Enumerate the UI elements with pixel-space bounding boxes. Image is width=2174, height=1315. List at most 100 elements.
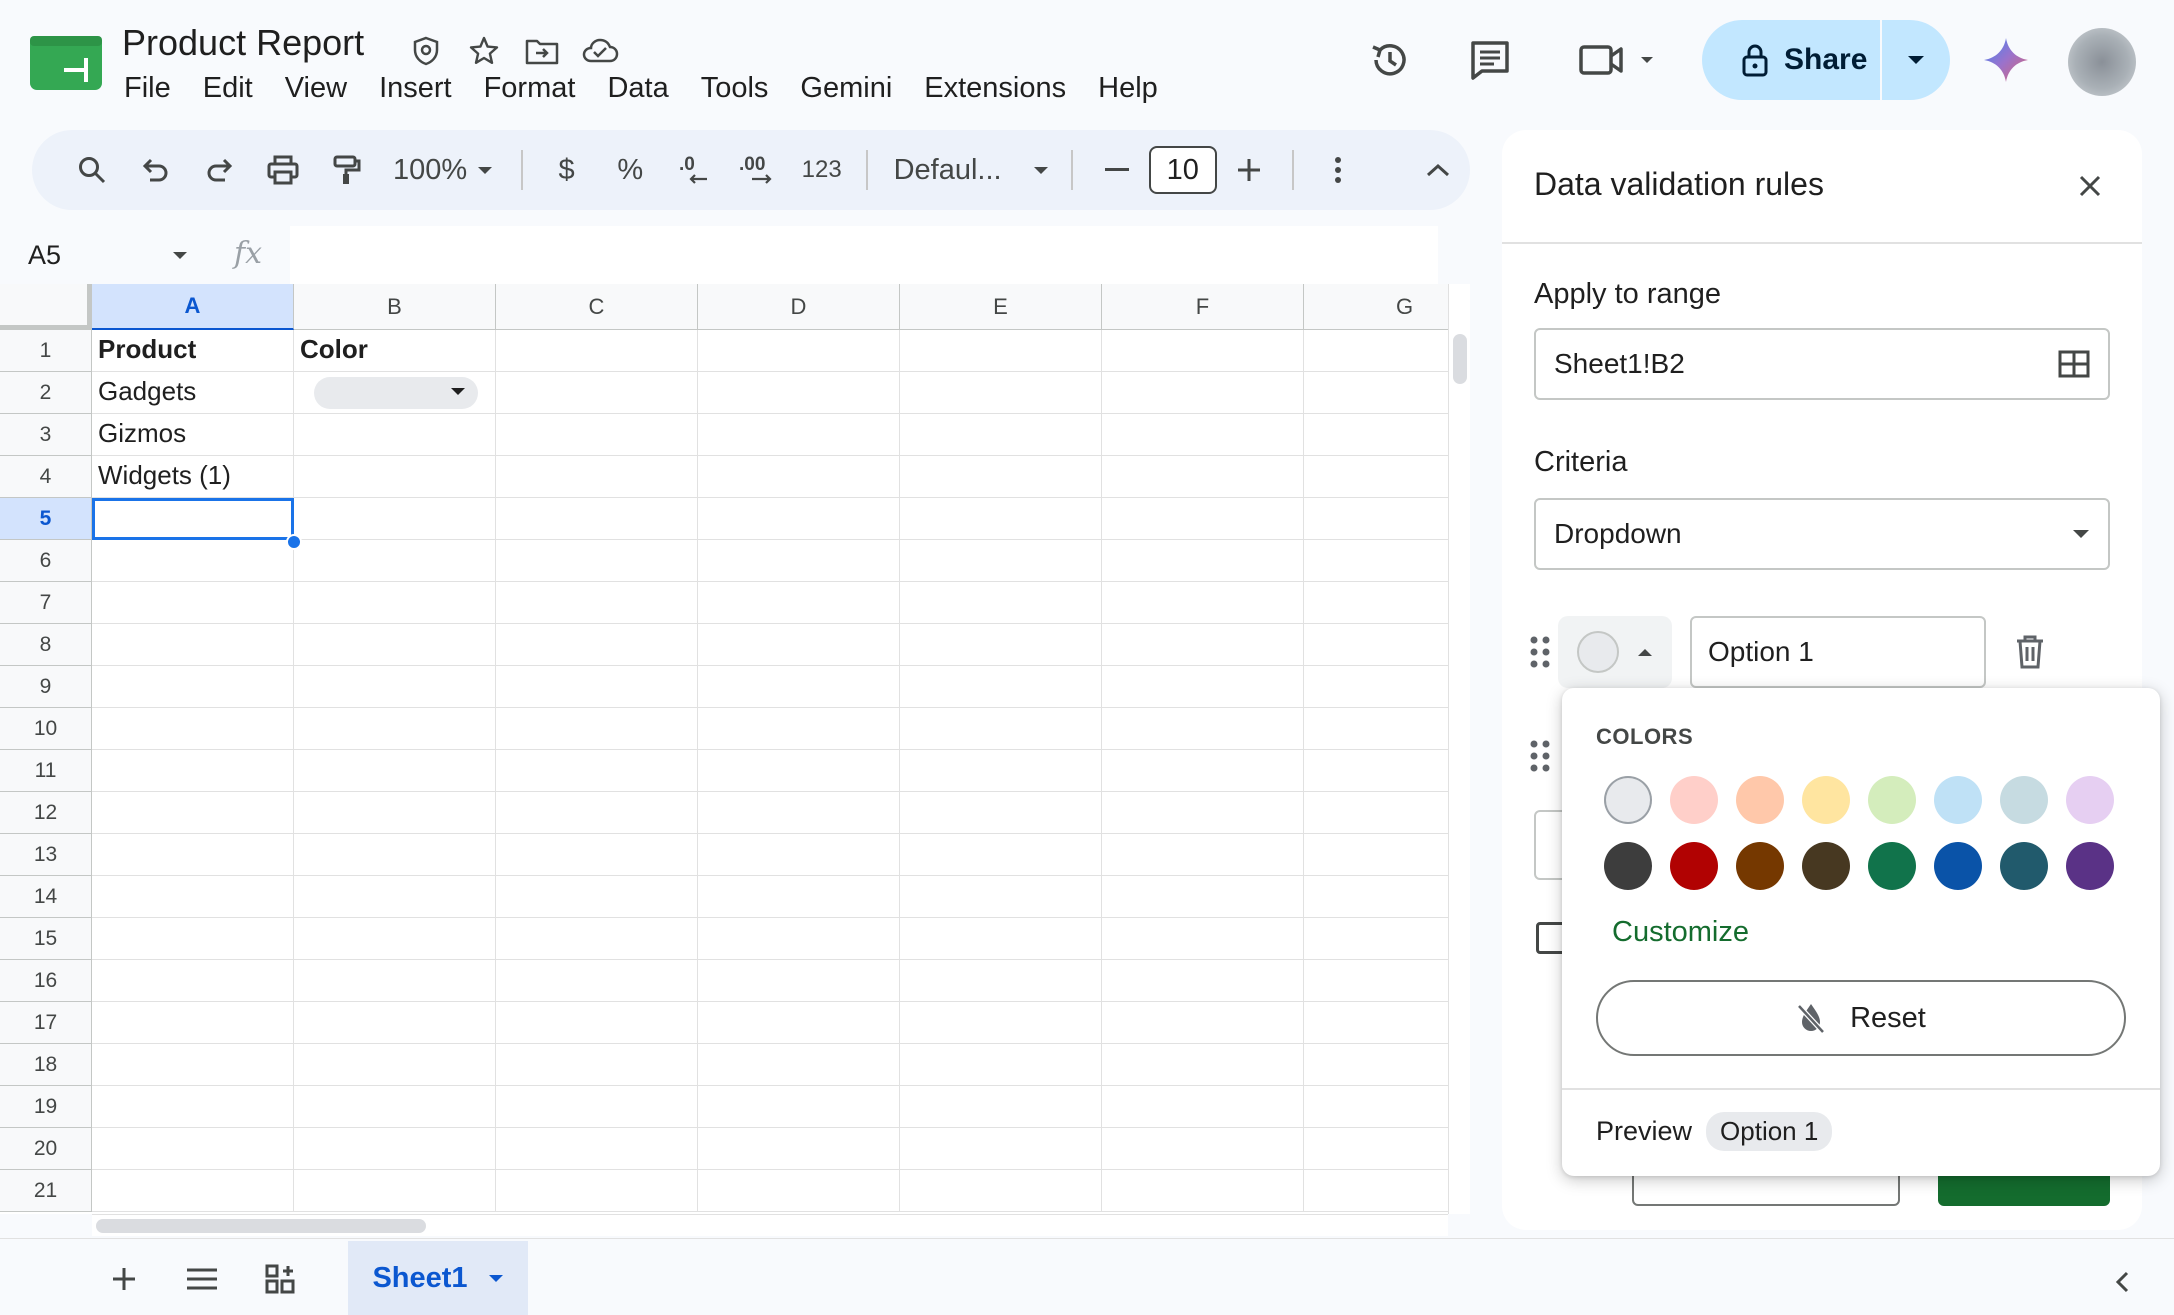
cell-g12[interactable] [1304,792,1450,834]
horizontal-scrollbar[interactable] [92,1214,1448,1236]
cloud-saved-icon[interactable] [579,30,621,72]
color-swatch-light-2[interactable] [1670,776,1718,824]
cell-a6[interactable] [92,540,294,582]
cell-b14[interactable] [294,876,496,918]
row-header-1[interactable]: 1 [0,330,92,372]
share-options-chevron-icon[interactable] [1882,55,1950,65]
print-icon[interactable] [251,142,315,198]
cell-f14[interactable] [1102,876,1304,918]
row-header-6[interactable]: 6 [0,540,92,582]
cell-a2[interactable]: Gadgets [92,372,294,414]
cell-d12[interactable] [698,792,900,834]
cell-e7[interactable] [900,582,1102,624]
cell-f9[interactable] [1102,666,1304,708]
cell-c13[interactable] [496,834,698,876]
cell-g18[interactable] [1304,1044,1450,1086]
column-header-e[interactable]: E [900,284,1102,330]
color-swatch-light-8[interactable] [2066,776,2114,824]
menu-view[interactable]: View [269,70,363,107]
cell-e1[interactable] [900,330,1102,372]
cell-c19[interactable] [496,1086,698,1128]
cell-f4[interactable] [1102,456,1304,498]
cell-c3[interactable] [496,414,698,456]
cell-d2[interactable] [698,372,900,414]
cell-b7[interactable] [294,582,496,624]
cell-e12[interactable] [900,792,1102,834]
cell-b6[interactable] [294,540,496,582]
cell-f16[interactable] [1102,960,1304,1002]
cell-c7[interactable] [496,582,698,624]
cell-f7[interactable] [1102,582,1304,624]
meet-icon[interactable] [1574,32,1664,88]
font-size-input[interactable]: 10 [1148,146,1217,194]
cell-e3[interactable] [900,414,1102,456]
decrease-font-size-button[interactable] [1085,142,1149,198]
zoom-select[interactable]: 100% [379,142,509,198]
menu-format[interactable]: Format [468,70,592,107]
row-header-9[interactable]: 9 [0,666,92,708]
cell-a20[interactable] [92,1128,294,1170]
menu-extensions[interactable]: Extensions [908,70,1082,107]
cell-b16[interactable] [294,960,496,1002]
cell-f19[interactable] [1102,1086,1304,1128]
cell-g20[interactable] [1304,1128,1450,1170]
cell-b15[interactable] [294,918,496,960]
cell-d5[interactable] [698,498,900,540]
column-header-f[interactable]: F [1102,284,1304,330]
cell-e15[interactable] [900,918,1102,960]
sheets-logo-icon[interactable] [30,36,102,90]
cell-e5[interactable] [900,498,1102,540]
cell-d10[interactable] [698,708,900,750]
cell-b5[interactable] [294,498,496,540]
cell-g19[interactable] [1304,1086,1450,1128]
cell-c6[interactable] [496,540,698,582]
cell-a1[interactable]: Product [92,330,294,372]
cell-d8[interactable] [698,624,900,666]
cell-e10[interactable] [900,708,1102,750]
cell-b3[interactable] [294,414,496,456]
cell-a13[interactable] [92,834,294,876]
color-swatch-light-4[interactable] [1802,776,1850,824]
cell-d20[interactable] [698,1128,900,1170]
cell-c16[interactable] [496,960,698,1002]
percent-format-button[interactable]: % [598,142,662,198]
row-header-2[interactable]: 2 [0,372,92,414]
select-all-corner[interactable] [0,284,92,330]
row-header-13[interactable]: 13 [0,834,92,876]
menu-insert[interactable]: Insert [363,70,468,107]
cell-d18[interactable] [698,1044,900,1086]
cell-b4[interactable] [294,456,496,498]
row-header-12[interactable]: 12 [0,792,92,834]
cell-g21[interactable] [1304,1170,1450,1212]
cell-a16[interactable] [92,960,294,1002]
cell-a18[interactable] [92,1044,294,1086]
move-to-folder-icon[interactable] [521,30,563,72]
cell-e19[interactable] [900,1086,1102,1128]
criteria-select[interactable]: Dropdown [1534,498,2110,570]
drag-handle-icon[interactable] [1528,738,1552,774]
menu-help[interactable]: Help [1082,70,1174,107]
row-header-5[interactable]: 5 [0,498,92,540]
cell-g5[interactable] [1304,498,1450,540]
avatar[interactable] [2068,28,2136,96]
cell-c9[interactable] [496,666,698,708]
cell-g10[interactable] [1304,708,1450,750]
shield-icon[interactable] [405,30,447,72]
cell-d19[interactable] [698,1086,900,1128]
cell-c11[interactable] [496,750,698,792]
dropdown-chip[interactable] [314,377,478,409]
cell-f17[interactable] [1102,1002,1304,1044]
cell-e21[interactable] [900,1170,1102,1212]
collapse-toolbar-icon[interactable] [1406,142,1470,198]
cell-c8[interactable] [496,624,698,666]
cell-e8[interactable] [900,624,1102,666]
cell-b13[interactable] [294,834,496,876]
cell-f11[interactable] [1102,750,1304,792]
name-box[interactable]: A5 [0,226,210,284]
cell-f18[interactable] [1102,1044,1304,1086]
cell-b9[interactable] [294,666,496,708]
reset-button[interactable]: Reset [1596,980,2126,1056]
cell-g2[interactable] [1304,372,1450,414]
cell-d4[interactable] [698,456,900,498]
cell-a14[interactable] [92,876,294,918]
